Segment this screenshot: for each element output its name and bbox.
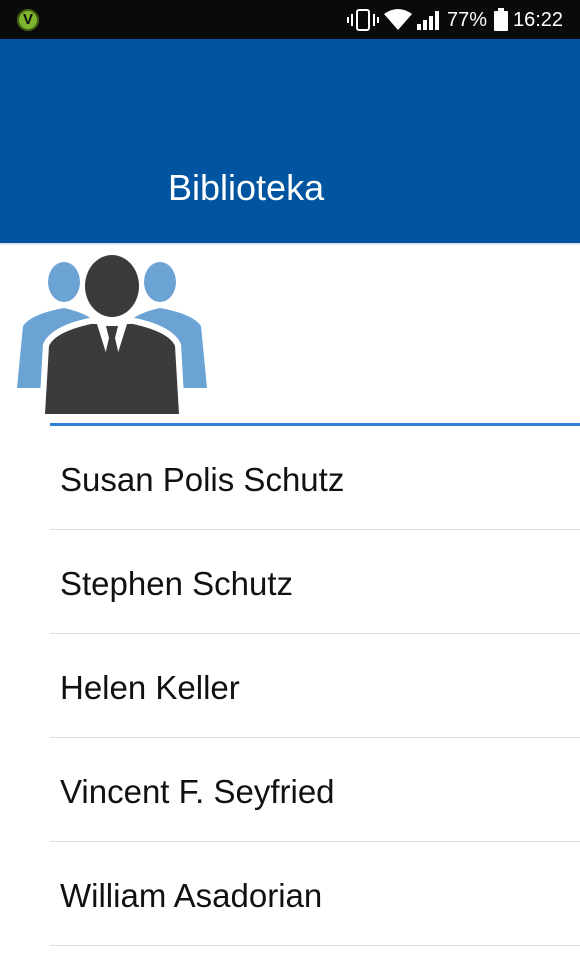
wifi-icon xyxy=(384,9,412,30)
author-list: Susan Polis Schutz Stephen Schutz Helen … xyxy=(50,426,580,946)
clock: 16:22 xyxy=(513,9,564,31)
list-item-label: Susan Polis Schutz xyxy=(60,461,345,498)
app-bar-shadow xyxy=(0,243,580,246)
list-item[interactable]: Vincent F. Seyfried xyxy=(50,738,580,842)
signal-icon xyxy=(417,11,439,30)
battery-percent: 77% xyxy=(447,9,488,31)
list-item-label: William Asadorian xyxy=(60,877,323,914)
list-item[interactable]: Helen Keller xyxy=(50,634,580,738)
list-item-label: Helen Keller xyxy=(60,669,240,706)
list-item-label: Stephen Schutz xyxy=(60,565,293,602)
list-item-label: Vincent F. Seyfried xyxy=(60,773,335,810)
app-logo-icon: V xyxy=(17,9,39,31)
list-item[interactable]: William Asadorian xyxy=(50,842,580,946)
list-item[interactable]: Susan Polis Schutz xyxy=(50,426,580,530)
battery-icon xyxy=(494,8,508,31)
list-item[interactable]: Stephen Schutz xyxy=(50,530,580,634)
people-group-icon xyxy=(17,254,207,414)
vibrate-icon xyxy=(347,9,379,31)
page-title: Biblioteka xyxy=(168,167,325,208)
app-bar: Biblioteka xyxy=(0,39,580,243)
status-bar: V 77% 16:22 xyxy=(0,0,580,39)
